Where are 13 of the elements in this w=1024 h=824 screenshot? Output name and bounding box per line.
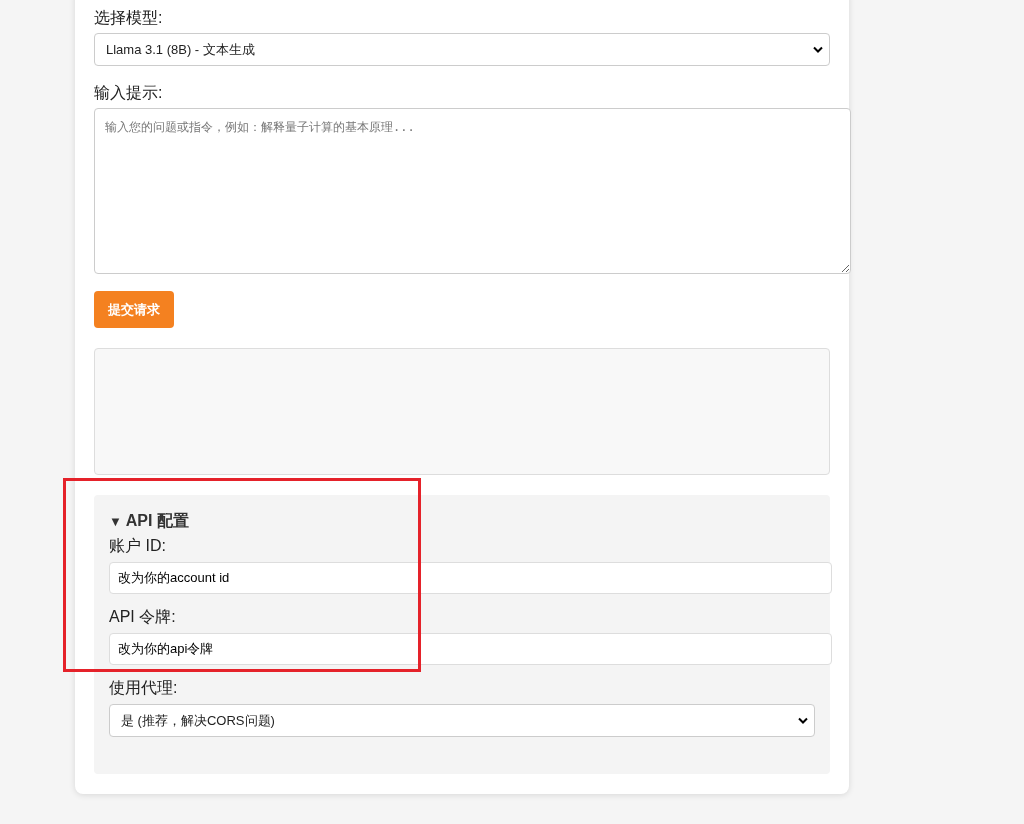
field-label: 账户 ID: <box>109 536 167 556</box>
field-label: 使用代理: <box>109 678 179 698</box>
chevron-down-icon <box>798 717 808 724</box>
chevron-down-icon <box>813 46 823 53</box>
config-toggle[interactable]: ▼ API 配置 <box>109 511 815 532</box>
field-label: API 令牌: <box>109 607 177 627</box>
dropdown[interactable]: Llama 3.1 (8B) - 文本生成 <box>94 33 830 66</box>
text-input[interactable]: 改为你的account id <box>109 562 832 594</box>
prompt-textarea[interactable]: 输入您的问题或指令，例如：解释量子计算的基本原理... <box>94 108 851 274</box>
field-label: 选择模型: <box>94 8 164 28</box>
dropdown[interactable]: 是 (推荐，解决CORS问题) <box>109 704 815 737</box>
text-input[interactable]: 改为你的api令牌 <box>109 633 832 665</box>
field-label: 输入提示: <box>94 83 164 103</box>
